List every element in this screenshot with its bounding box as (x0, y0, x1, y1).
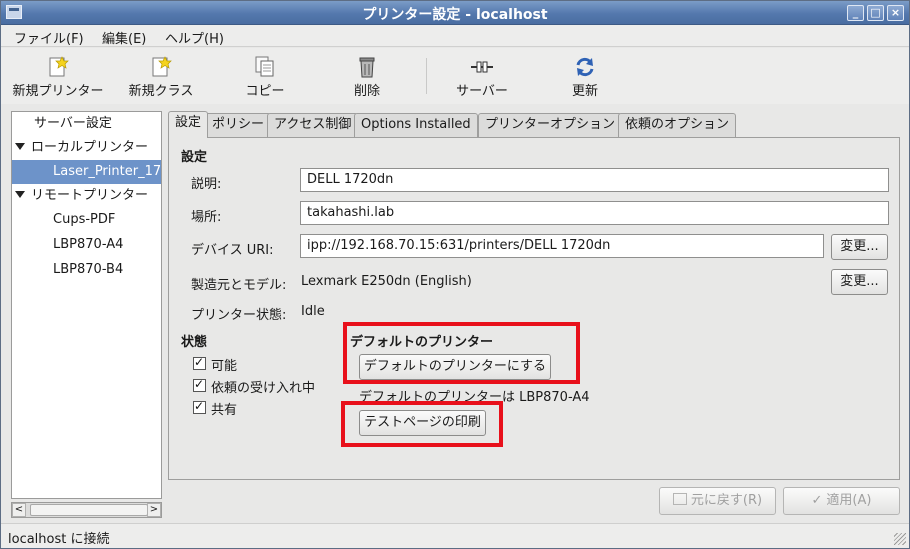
tree-item-lbp870-a4[interactable]: LBP870-A4 (12, 233, 161, 257)
copy-icon (253, 56, 277, 78)
scroll-right-arrow-icon[interactable]: > (147, 503, 161, 517)
printer-state-value: Idle (301, 304, 325, 319)
make-model-label: 製造元とモデル: (191, 278, 287, 293)
minimize-button[interactable]: _ (847, 5, 864, 21)
shared-label: 共有 (211, 403, 238, 418)
accepting-jobs-label: 依頼の受け入れ中 (211, 381, 316, 396)
new-printer-label: 新規プリンター (12, 84, 104, 99)
settings-section-title: 設定 (181, 150, 208, 165)
description-label: 説明: (191, 177, 222, 192)
delete-icon (355, 56, 379, 78)
location-field[interactable]: takahashi.lab (300, 201, 889, 225)
tree-item-laser-printer[interactable]: Laser_Printer_1720 (12, 160, 161, 184)
server-button[interactable]: サーバー (451, 50, 513, 102)
apply-button[interactable]: ✓ 適用(A) (783, 487, 900, 515)
tab-printer-options[interactable]: プリンターオプション (478, 113, 623, 137)
tab-settings[interactable]: 設定 (168, 111, 209, 138)
menu-file[interactable]: ファイル(F) (14, 28, 84, 47)
location-label: 場所: (191, 210, 222, 225)
server-label: サーバー (456, 84, 508, 99)
new-printer-icon (46, 56, 70, 78)
menu-help[interactable]: ヘルプ(H) (165, 28, 224, 47)
accepting-jobs-checkbox[interactable] (193, 377, 206, 392)
tree-item-cups-pdf[interactable]: Cups-PDF (12, 208, 161, 232)
change-device-uri-button[interactable]: 変更... (831, 234, 888, 260)
refresh-label: 更新 (571, 84, 598, 99)
tree-item-server-settings[interactable]: サーバー設定 (12, 112, 161, 136)
highlight-box-test-page (341, 401, 503, 447)
tree-item-local-printers[interactable]: ローカルプリンター (12, 136, 161, 160)
enabled-checkbox[interactable] (193, 355, 206, 370)
make-model-value: Lexmark E250dn (English) (301, 274, 472, 289)
tree-item-remote-printers[interactable]: リモートプリンター (12, 184, 161, 208)
revert-icon (672, 493, 687, 505)
printer-state-label: プリンター状態: (191, 308, 287, 323)
tab-job-options[interactable]: 依頼のオプション (618, 113, 737, 137)
tab-policy[interactable]: ポリシー (205, 113, 272, 137)
description-field[interactable]: DELL 1720dn (300, 168, 889, 192)
enabled-label: 可能 (211, 359, 238, 374)
apply-check-icon: ✓ (811, 493, 823, 508)
tab-options-installed[interactable]: Options Installed (354, 113, 478, 137)
scroll-left-arrow-icon[interactable]: < (12, 503, 26, 517)
delete-button[interactable]: 削除 (345, 50, 389, 102)
expander-triangle-icon[interactable] (15, 143, 25, 150)
delete-label: 削除 (353, 84, 380, 99)
title-bar[interactable]: プリンター設定 - localhost _ □ × (1, 1, 909, 25)
device-uri-label: デバイス URI: (191, 243, 274, 258)
apply-label: 適用(A) (826, 493, 872, 508)
new-class-icon (149, 56, 173, 78)
resize-grip-icon[interactable] (894, 533, 906, 545)
new-class-label: 新規クラス (128, 84, 194, 99)
expander-triangle-icon[interactable] (15, 191, 25, 198)
server-icon (470, 56, 494, 78)
copy-label: コピー (245, 84, 285, 99)
toolbar-separator (426, 58, 427, 94)
close-button[interactable]: × (887, 5, 904, 21)
tab-access-control[interactable]: アクセス制御 (267, 113, 359, 137)
toolbar: 新規プリンター 新規クラス コピー 削除 サーバー 更新 (1, 48, 909, 104)
tree-horizontal-scrollbar[interactable]: < > (11, 502, 162, 518)
tree-item-lbp870-b4[interactable]: LBP870-B4 (12, 258, 161, 282)
new-printer-button[interactable]: 新規プリンター (9, 50, 107, 102)
status-bar: localhost に接続 (1, 523, 909, 548)
new-class-button[interactable]: 新規クラス (123, 50, 199, 102)
printer-settings-window: プリンター設定 - localhost _ □ × ファイル(F) 編集(E) … (0, 0, 910, 549)
menu-bar: ファイル(F) 編集(E) ヘルプ(H) (1, 25, 909, 47)
revert-label: 元に戻す(R) (690, 493, 763, 508)
shared-checkbox[interactable] (193, 399, 206, 414)
local-printers-label: ローカルプリンター (31, 140, 149, 155)
menu-edit[interactable]: 編集(E) (102, 28, 146, 47)
revert-button[interactable]: 元に戻す(R) (659, 487, 776, 515)
highlight-box-default-printer (343, 322, 580, 384)
status-text: localhost に接続 (8, 532, 110, 547)
change-make-model-button[interactable]: 変更... (831, 269, 888, 295)
refresh-button[interactable]: 更新 (565, 50, 605, 102)
maximize-button[interactable]: □ (867, 5, 884, 21)
state-section-title: 状態 (181, 335, 208, 350)
scroll-thumb[interactable] (30, 504, 148, 516)
remote-printers-label: リモートプリンター (31, 188, 149, 203)
refresh-icon (573, 56, 597, 78)
device-uri-field[interactable]: ipp://192.168.70.15:631/printers/DELL 17… (300, 234, 824, 258)
window-title: プリンター設定 - localhost (362, 7, 548, 23)
copy-button[interactable]: コピー (239, 50, 291, 102)
printer-tree: サーバー設定 ローカルプリンター Laser_Printer_1720 リモート… (11, 111, 162, 499)
settings-panel: 設定 説明: DELL 1720dn 場所: takahashi.lab デバイ… (168, 137, 900, 480)
